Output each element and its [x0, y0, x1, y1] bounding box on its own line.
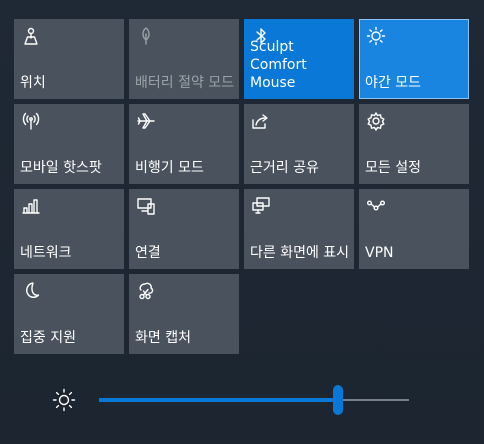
tile-label: 다른 화면에 표시 [250, 245, 350, 261]
mobile-hotspot-icon [20, 110, 42, 132]
tile-mobile-hotspot[interactable]: 모바일 핫스팟 [14, 104, 124, 184]
tile-location[interactable]: 위치 [14, 19, 124, 99]
tile-label: VPN [365, 245, 394, 261]
slider-fill [99, 398, 338, 402]
night-light-icon [365, 25, 387, 47]
nearby-share-icon [250, 110, 272, 132]
tile-nearby-share[interactable]: 근거리 공유 [244, 104, 354, 184]
project-icon [250, 195, 272, 217]
tile-project[interactable]: 다른 화면에 표시 [244, 189, 354, 269]
tile-focus-assist[interactable]: 집중 지원 [14, 274, 124, 354]
tile-screen-snip[interactable]: 화면 캡처 [129, 274, 239, 354]
network-icon [20, 195, 42, 217]
tile-bluetooth[interactable]: Sculpt Comfort Mouse [244, 19, 354, 99]
gear-icon [365, 110, 387, 132]
tile-all-settings[interactable]: 모든 설정 [359, 104, 469, 184]
tile-network[interactable]: 네트워크 [14, 189, 124, 269]
vpn-icon [365, 195, 387, 217]
tile-battery-saver[interactable]: 배터리 절약 모드 [129, 19, 239, 99]
tile-label: 야간 모드 [365, 75, 421, 91]
connect-icon [135, 195, 157, 217]
brightness-icon [52, 388, 76, 412]
quick-actions-grid: 위치 배터리 절약 모드 Sculpt Comfort Mouse 야간 모드 … [14, 19, 469, 354]
screen-snip-icon [135, 280, 157, 302]
brightness-slider[interactable] [99, 385, 409, 415]
tile-label: 모든 설정 [365, 160, 421, 176]
tile-label: Sculpt Comfort Mouse [250, 39, 307, 91]
tile-label: 네트워크 [20, 245, 72, 261]
tile-label: 근거리 공유 [250, 160, 319, 176]
battery-saver-icon [135, 25, 157, 47]
tile-label: 연결 [135, 245, 161, 261]
tile-label: 비행기 모드 [135, 160, 204, 176]
focus-assist-icon [20, 280, 42, 302]
tile-label: 배터리 절약 모드 [135, 75, 235, 91]
tile-connect[interactable]: 연결 [129, 189, 239, 269]
location-icon [20, 25, 42, 47]
tile-airplane-mode[interactable]: 비행기 모드 [129, 104, 239, 184]
slider-thumb[interactable] [332, 385, 343, 415]
tile-night-light[interactable]: 야간 모드 [359, 19, 469, 99]
tile-label: 집중 지원 [20, 330, 76, 346]
tile-label: 위치 [20, 75, 46, 91]
tile-label: 화면 캡처 [135, 330, 191, 346]
brightness-control [50, 385, 420, 415]
tile-label: 모바일 핫스팟 [20, 160, 102, 176]
airplane-icon [135, 110, 157, 132]
tile-vpn[interactable]: VPN [359, 189, 469, 269]
